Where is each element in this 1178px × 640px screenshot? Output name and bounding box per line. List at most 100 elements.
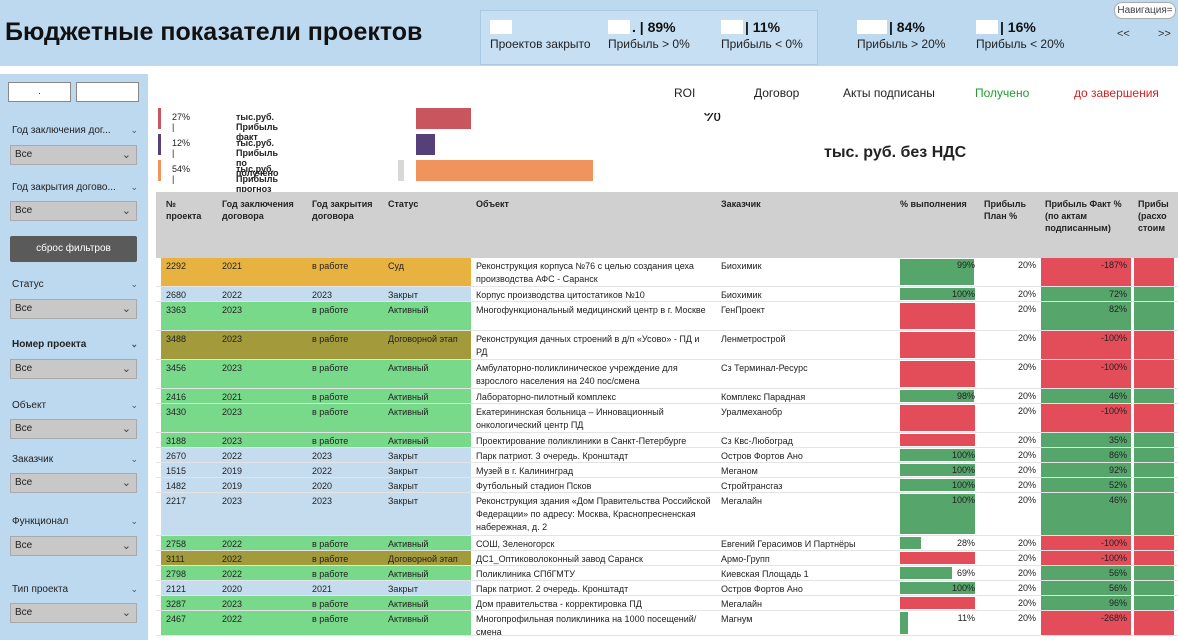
- column-header[interactable]: Объект: [476, 198, 509, 210]
- cell-progress: 99%: [956, 260, 975, 270]
- card-value-roi: %: [661, 104, 721, 122]
- filter-select-project-type[interactable]: Все ⌄: [10, 603, 137, 623]
- reset-filters-button[interactable]: сброс фильтров: [10, 236, 137, 262]
- cell-customer: Остров Фортов Ано: [721, 451, 803, 461]
- chevron-down-icon: ⌄: [130, 584, 138, 594]
- cell-status: Активный: [388, 305, 429, 315]
- bar-percent: 54% |: [172, 164, 191, 184]
- filter-label-customer: Заказчик ⌄: [12, 454, 138, 465]
- chevron-down-icon: ⌄: [121, 540, 131, 552]
- cell-progress: 69%: [956, 568, 975, 578]
- cell-profit-plan: 20%: [1017, 289, 1036, 299]
- cell-contract-year: 2019: [222, 481, 243, 491]
- filter-sidebar: . Год заключения дог... ⌄ Все ⌄ Год закрыт…: [0, 74, 148, 640]
- table-row[interactable]: 3363 2023 в работе Активный Многофункциональ…: [156, 302, 1178, 331]
- cell-customer: Комплекс Парадная: [721, 392, 806, 402]
- cell-profit-plan: 20%: [1017, 304, 1036, 314]
- cell-profit-plan: 20%: [1017, 480, 1036, 490]
- cell-project-id: 3111: [166, 554, 185, 564]
- table-row[interactable]: 2798 2022 в работе Активный Поликлиника СПбГ…: [156, 566, 1178, 581]
- column-header[interactable]: Прибыль План %: [984, 198, 1026, 222]
- cell-close-year: в работе: [312, 436, 349, 446]
- table-row[interactable]: 3488 2023 в работе Договорной этап Реконстру…: [156, 331, 1178, 360]
- profit-cost-bg: [1134, 581, 1174, 595]
- cell-object: Парк патриот. 2 очередь. Кронштадт: [476, 584, 629, 594]
- chevron-down-icon: ⌄: [121, 423, 131, 435]
- column-header[interactable]: Статус: [388, 198, 418, 210]
- chevron-down-icon: ⌄: [121, 149, 131, 161]
- cell-close-year: в работе: [312, 554, 349, 564]
- cell-close-year: 2020: [312, 481, 333, 491]
- cell-contract-year: 2023: [222, 496, 243, 506]
- filter-select-contract-year[interactable]: Все ⌄: [10, 145, 137, 165]
- cell-customer: Сз Квс-Любоград: [721, 436, 793, 446]
- cell-object: Многопрофильная поликлиника на 1000 посе…: [476, 614, 697, 637]
- cell-profit-plan: 20%: [1017, 260, 1036, 270]
- cell-customer: Остров Фортов Ано: [721, 584, 803, 594]
- cell-object: Корпус производства цитостатиков №10: [476, 290, 645, 300]
- cell-status: Закрыт: [388, 481, 418, 491]
- cell-profit-plan: 20%: [1017, 391, 1036, 401]
- column-header[interactable]: Год закрытия договора: [312, 198, 373, 222]
- table-row[interactable]: 3430 2023 в работе Активный Екатерининская б…: [156, 404, 1178, 433]
- filter-select-project-number[interactable]: Все ⌄: [10, 359, 137, 379]
- table-row[interactable]: 2416 2021 в работе Активный Лабораторно-пило…: [156, 389, 1178, 404]
- cell-contract-year: 2022: [222, 451, 243, 461]
- table-row[interactable]: 2292 2021 в работе Суд Реконструкция корпуса…: [156, 258, 1178, 287]
- cell-contract-year: 2023: [222, 599, 243, 609]
- filter-select-status[interactable]: Все ⌄: [10, 299, 137, 319]
- table-row[interactable]: 3287 2023 в работе Активный Дом правительств…: [156, 596, 1178, 611]
- cell-customer: Биохимик: [721, 290, 762, 300]
- progress-bar: [900, 434, 975, 446]
- cell-project-id: 3430: [166, 407, 187, 417]
- table-row[interactable]: 1482 2019 2020 Закрыт Футбольный стадион Пск…: [156, 478, 1178, 493]
- table-row[interactable]: 1515 2019 2022 Закрыт Музей в г. Калининград…: [156, 463, 1178, 478]
- table-row[interactable]: 2670 2022 2023 Закрыт Парк патриот. 3 очеред…: [156, 448, 1178, 463]
- cell-customer: Армо-Групп: [721, 554, 770, 564]
- cell-project-id: 3456: [166, 363, 187, 373]
- cell-object: Реконструкция корпуса №76 с целью создан…: [476, 261, 694, 284]
- column-header[interactable]: % выполнения: [900, 198, 967, 210]
- filter-label-status: Статус ⌄: [12, 279, 138, 290]
- kpi-profit-above-20: | 84% Прибыль > 20%: [857, 19, 946, 51]
- column-header[interactable]: № проекта: [166, 198, 201, 222]
- table-row[interactable]: 2758 2022 в работе Активный СОШ, Зеленогорск…: [156, 536, 1178, 551]
- card-value-acts-signed: [848, 104, 938, 122]
- cell-customer: Ленметрострой: [721, 334, 786, 344]
- cell-profit-plan: 20%: [1017, 613, 1036, 623]
- filter-select-customer[interactable]: Все ⌄: [10, 473, 137, 493]
- cell-close-year: в работе: [312, 334, 349, 344]
- search-input-2[interactable]: [76, 82, 139, 102]
- cell-object: Поликлиника СПбГМТУ: [476, 569, 576, 579]
- profit-cost-bg: [1134, 302, 1174, 330]
- cell-object: Амбулаторно-поликлиническое учреждение д…: [476, 363, 678, 386]
- table-row[interactable]: 2217 2023 2023 Закрыт Реконструкция здания «…: [156, 493, 1178, 536]
- table-row[interactable]: 2121 2020 2021 Закрыт Парк патриот. 2 очеред…: [156, 581, 1178, 596]
- column-header[interactable]: Прибы (расхо стоим: [1138, 198, 1169, 234]
- filter-select-object[interactable]: Все ⌄: [10, 419, 137, 439]
- navigation-button[interactable]: Навигация=: [1114, 2, 1176, 19]
- cell-contract-year: 2023: [222, 363, 243, 373]
- table-row[interactable]: 3111 2022 в работе Договорной этап ДС1_Оптик…: [156, 551, 1178, 566]
- cell-close-year: 2023: [312, 496, 333, 506]
- card-title-contract: Договор: [754, 86, 800, 100]
- table-row[interactable]: 3188 2023 в работе Активный Проектирование п…: [156, 433, 1178, 448]
- cell-progress: 100%: [951, 289, 975, 299]
- table-row[interactable]: 3456 2023 в работе Активный Амбулаторно-поли…: [156, 360, 1178, 389]
- bar-label: тыс.руб. Прибыль прогноз: [236, 164, 278, 194]
- table-row[interactable]: 2680 2022 2023 Закрыт Корпус производства ци…: [156, 287, 1178, 302]
- cell-profit-fact: -187%: [1100, 260, 1127, 270]
- chevron-down-icon: ⌄: [121, 363, 131, 375]
- cell-project-id: 2680: [166, 290, 187, 300]
- cell-profit-fact: 82%: [1108, 304, 1127, 314]
- filter-select-close-year[interactable]: Все ⌄: [10, 201, 137, 221]
- cell-contract-year: 2023: [222, 334, 243, 344]
- filter-select-functional[interactable]: Все ⌄: [10, 536, 137, 556]
- search-input-1[interactable]: .: [8, 82, 71, 102]
- column-header[interactable]: Заказчик: [721, 198, 761, 210]
- column-header[interactable]: Год заключения договора: [222, 198, 294, 222]
- next-page-button[interactable]: >>: [1158, 28, 1171, 40]
- table-row[interactable]: 2467 2022 в работе Активный Многопрофильная …: [156, 611, 1178, 637]
- column-header[interactable]: Прибыль Факт % (по актам подписанным): [1045, 198, 1122, 234]
- prev-page-button[interactable]: <<: [1117, 28, 1130, 40]
